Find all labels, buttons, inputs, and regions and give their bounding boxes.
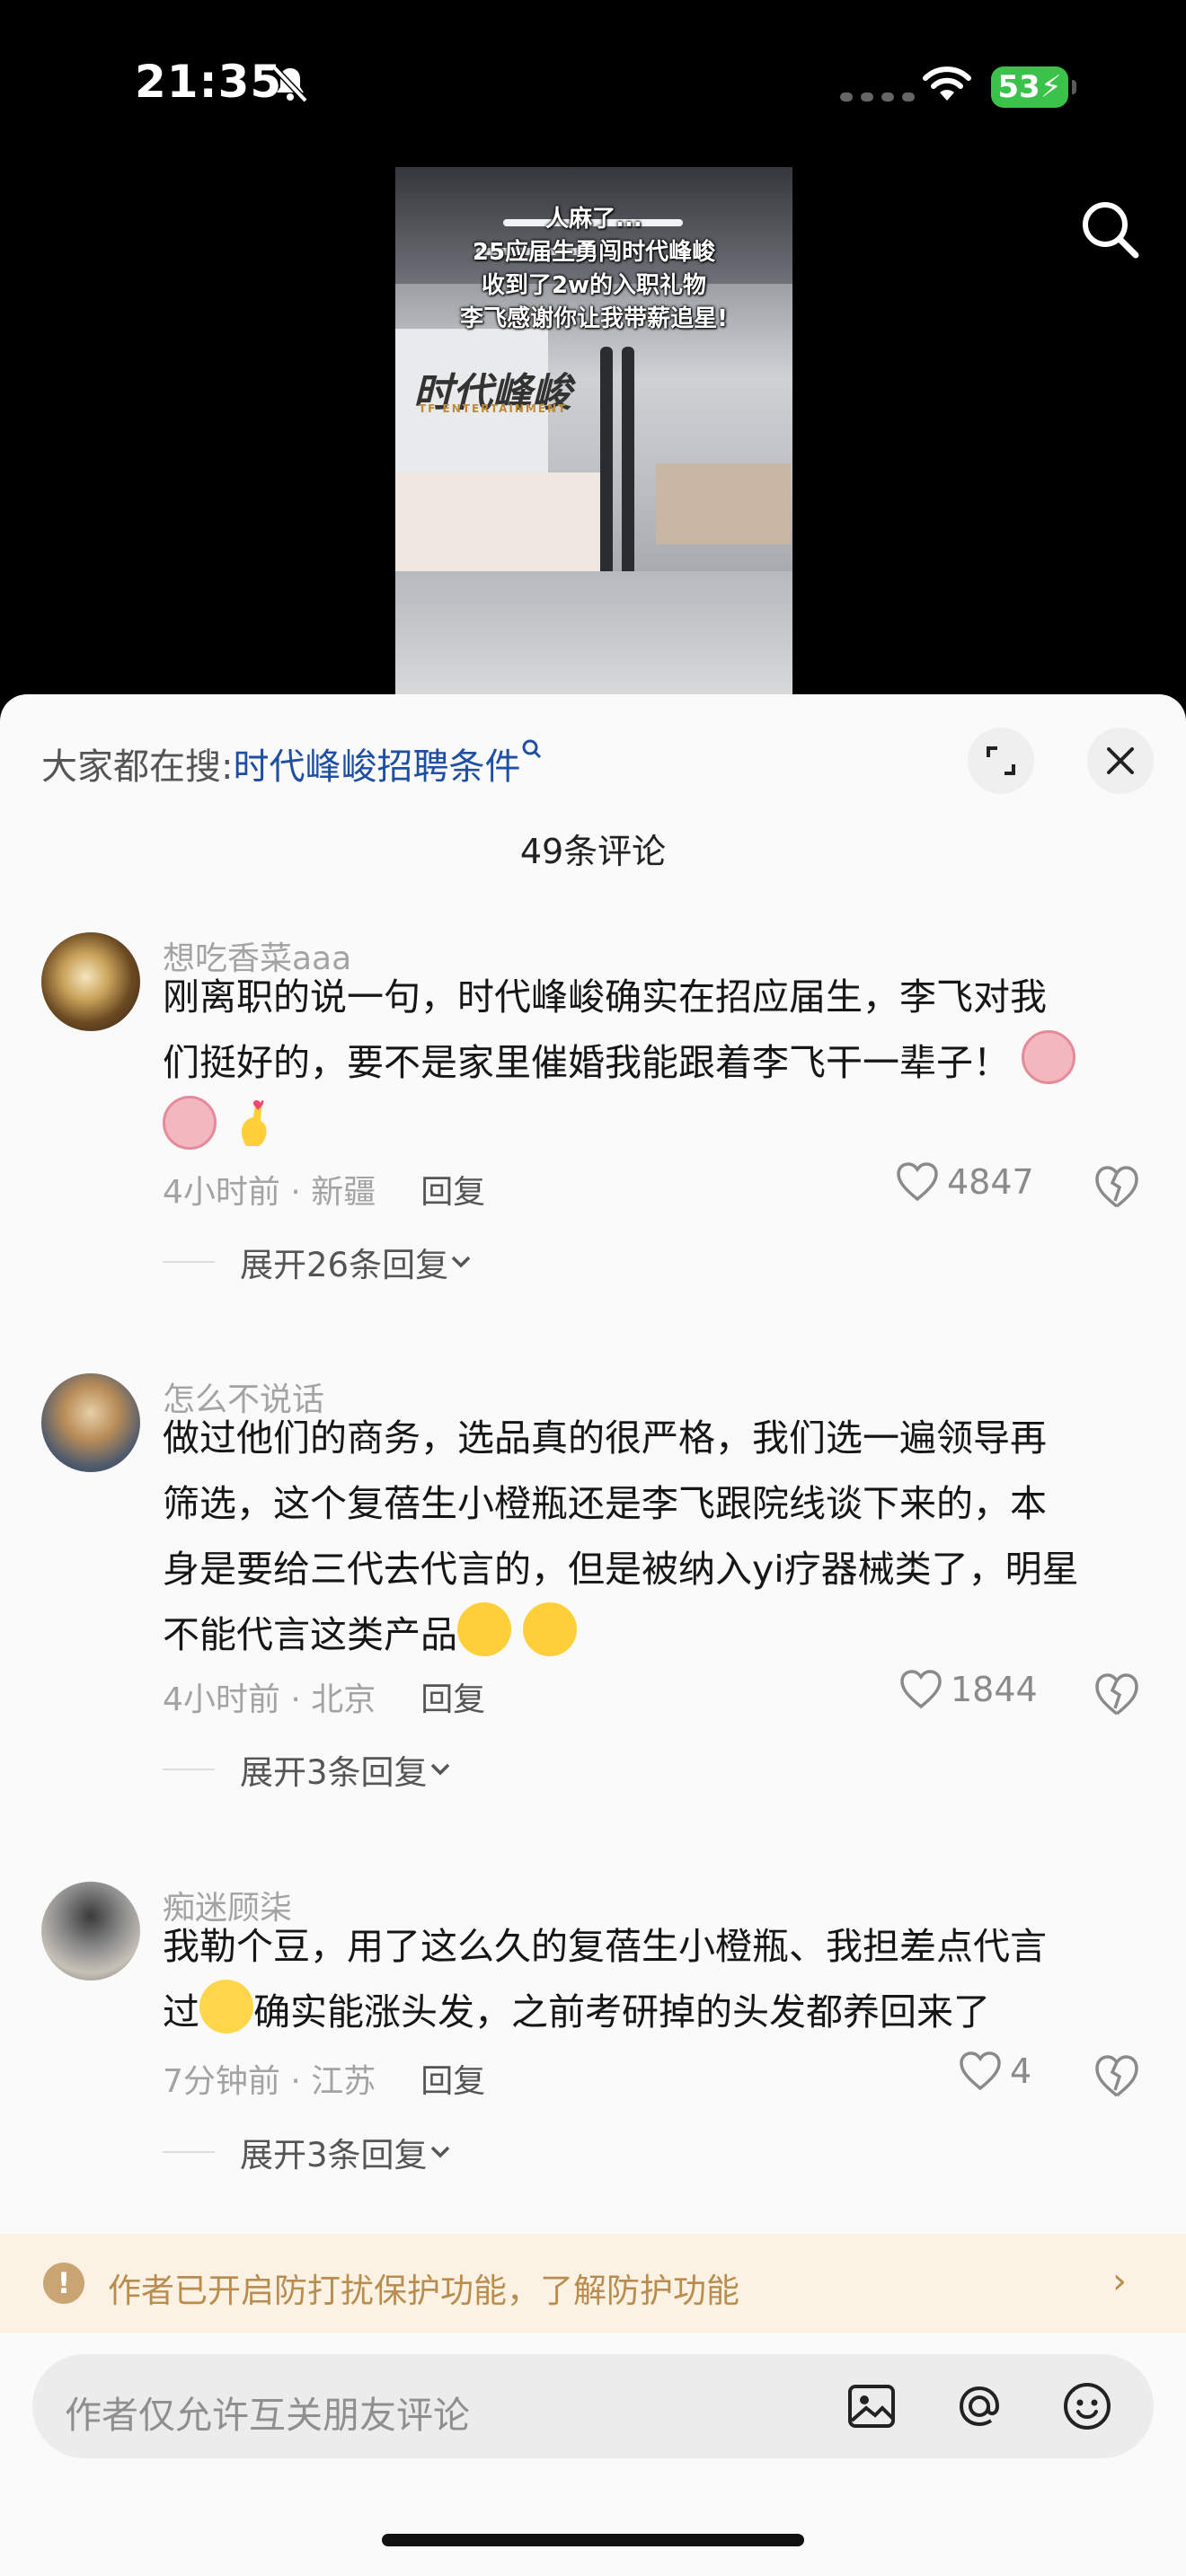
reply-button[interactable]: 回复 — [420, 1681, 485, 1718]
home-indicator[interactable] — [382, 2534, 804, 2546]
door-handle — [622, 347, 634, 607]
suggest-prefix: 大家都在搜: — [41, 746, 234, 788]
chevron-down-icon — [451, 1256, 471, 1268]
comment-sheet: 大家都在搜:时代峰峻招聘条件 49条评论 想吃香菜aaa 刚离职的说一句，时代峰… — [0, 694, 1186, 2576]
close-button[interactable] — [1087, 728, 1154, 794]
comment-text: 刚离职的说一句，时代峰峻确实在招应届生，李飞对我 们挺好的，要不是家里催婚我能跟… — [163, 965, 1142, 1161]
comment-text-segment: 不能代言这类产品 — [163, 1613, 457, 1656]
chevron-down-icon — [430, 1763, 449, 1776]
pig-emoji-icon — [1022, 1030, 1076, 1084]
finger-heart-emoji-icon — [241, 1100, 267, 1146]
heart-icon — [900, 1670, 942, 1709]
video-floor — [395, 571, 792, 697]
like-count: 4 — [1010, 2051, 1032, 2091]
comment-text-segment: 们挺好的，要不是家里催婚我能跟着李飞干一辈子！ — [163, 1041, 1010, 1084]
bell-muted-icon — [272, 66, 308, 103]
suggest-term[interactable]: 时代峰峻招聘条件 — [233, 746, 520, 788]
comment-input[interactable]: 作者仅允许互关朋友评论 — [32, 2354, 1154, 2458]
expand-replies[interactable]: 展开3条回复 — [163, 1745, 453, 1794]
door-handle — [600, 347, 613, 607]
reply-button[interactable]: 回复 — [420, 1174, 485, 1211]
comment-time: 4小时前 · 北京 — [163, 1681, 376, 1718]
comment-text-segment: 过 — [163, 1990, 199, 2033]
video-reception-desk — [395, 472, 602, 571]
heart-icon — [897, 1162, 938, 1202]
like-count: 1844 — [951, 1670, 1038, 1709]
dislike-icon[interactable] — [1092, 1163, 1142, 1210]
caption-line: 收到了2w的入职礼物 — [481, 272, 707, 299]
avatar[interactable] — [41, 932, 140, 1031]
divider — [163, 1769, 215, 1770]
image-icon[interactable] — [843, 2378, 900, 2435]
battery-level: 53 — [997, 69, 1040, 105]
video-player[interactable]: 时代峰峻 TF ENTERTAINMENT 人麻了... 25应届生勇闯时代峰峻… — [395, 167, 792, 697]
divider — [163, 2151, 215, 2153]
comment-input-placeholder: 作者仅允许互关朋友评论 — [65, 2394, 470, 2437]
comment-meta: 4小时前 · 北京 回复 — [163, 1673, 485, 1720]
comment-count: 49条评论 — [519, 832, 667, 871]
search-suggestion[interactable]: 大家都在搜:时代峰峻招聘条件 — [41, 737, 544, 790]
comment-text-line: 不能代言这类产品 — [163, 1602, 1142, 1668]
signal-icon — [840, 93, 915, 101]
reply-button[interactable]: 回复 — [420, 2063, 485, 2100]
comment-text-segment: 确实能涨头发，之前考研掉的头发都养回来了 — [253, 1990, 990, 2033]
video-cabinet — [656, 463, 791, 544]
heart-icon — [960, 2051, 1001, 2091]
wifi-icon — [923, 66, 971, 101]
comment-text-line: 们挺好的，要不是家里催婚我能跟着李飞干一辈子！ — [163, 1030, 1142, 1096]
expand-replies[interactable]: 展开26条回复 — [163, 1238, 474, 1286]
like-button[interactable]: 4 — [958, 2051, 1031, 2092]
comment-text-line: 过 确实能涨头发，之前考研掉的头发都养回来了 — [163, 1980, 1142, 2045]
expand-icon — [987, 746, 1015, 775]
laugh-cry-emoji-icon — [523, 1602, 578, 1656]
status-time: 21:35 — [135, 56, 283, 108]
pig-emoji-icon — [163, 1096, 217, 1150]
comment-text-line: 身是要给三代去代言的，但是被纳入yi疗器械类了，明星 — [163, 1548, 1079, 1591]
like-count: 4847 — [947, 1162, 1034, 1202]
protection-notice[interactable]: ! 作者已开启防打扰保护功能，了解防护功能 › — [0, 2234, 1186, 2333]
avatar[interactable] — [41, 1373, 140, 1472]
video-caption: 人麻了... 25应届生勇闯时代峰峻 收到了2w的入职礼物 李飞感谢你让我带薪追… — [395, 203, 792, 336]
warning-icon: ! — [43, 2263, 84, 2304]
expand-replies-label: 展开3条回复 — [240, 1753, 428, 1792]
shocked-emoji-icon — [199, 1980, 253, 2033]
caption-line: 人麻了... — [545, 206, 642, 233]
caption-line: 25应届生勇闯时代峰峻 — [472, 239, 716, 266]
expand-button[interactable] — [968, 728, 1034, 794]
comment-text-line: 刚离职的说一句，时代峰峻确实在招应届生，李飞对我 — [163, 975, 1047, 1019]
dislike-icon[interactable] — [1092, 1671, 1142, 1717]
comment-time: 7分钟前 · 江苏 — [163, 2063, 376, 2100]
at-mention-icon[interactable] — [951, 2378, 1008, 2435]
chevron-right-icon: › — [1112, 2261, 1127, 2302]
like-button[interactable]: 1844 — [898, 1669, 1038, 1710]
close-icon — [1107, 747, 1134, 774]
dislike-icon[interactable] — [1092, 2052, 1142, 2099]
comment-text-line: 筛选，这个复蓓生小橙瓶还是李飞跟院线谈下来的，本 — [163, 1482, 1047, 1525]
laugh-cry-emoji-icon — [457, 1602, 511, 1656]
expand-replies-label: 展开3条回复 — [240, 2136, 428, 2175]
caption-line: 李飞感谢你让我带薪追星! — [460, 305, 728, 332]
video-brand-en: TF ENTERTAINMENT — [419, 402, 568, 415]
status-bar: 21:35 53 ⚡ — [0, 0, 1186, 171]
search-mini-icon — [522, 739, 542, 759]
comment-text: 做过他们的商务，选品真的很严格，我们选一遍领导再 筛选，这个复蓓生小橙瓶还是李飞… — [163, 1406, 1142, 1668]
comment-meta: 4小时前 · 新疆 回复 — [163, 1166, 485, 1213]
search-icon[interactable] — [1076, 196, 1143, 262]
notice-text: 作者已开启防打扰保护功能，了解防护功能 — [108, 2272, 739, 2310]
chevron-down-icon — [430, 2146, 449, 2158]
divider — [163, 1261, 215, 1263]
expand-replies[interactable]: 展开3条回复 — [163, 2128, 453, 2176]
avatar[interactable] — [41, 1882, 140, 1981]
battery-indicator: 53 ⚡ — [991, 66, 1076, 108]
comment-text-line — [163, 1096, 1142, 1161]
like-button[interactable]: 4847 — [895, 1161, 1034, 1203]
emoji-icon[interactable] — [1058, 2378, 1116, 2435]
expand-replies-label: 展开26条回复 — [240, 1246, 449, 1284]
comment-meta: 7分钟前 · 江苏 回复 — [163, 2055, 485, 2102]
comment-text-line: 做过他们的商务，选品真的很严格，我们选一遍领导再 — [163, 1416, 1047, 1460]
comment-text-line: 我勒个豆，用了这么久的复蓓生小橙瓶、我担差点代言 — [163, 1925, 1047, 1968]
comment-time: 4小时前 · 新疆 — [163, 1174, 376, 1211]
comment-text: 我勒个豆，用了这么久的复蓓生小橙瓶、我担差点代言 过 确实能涨头发，之前考研掉的头… — [163, 1914, 1142, 2045]
